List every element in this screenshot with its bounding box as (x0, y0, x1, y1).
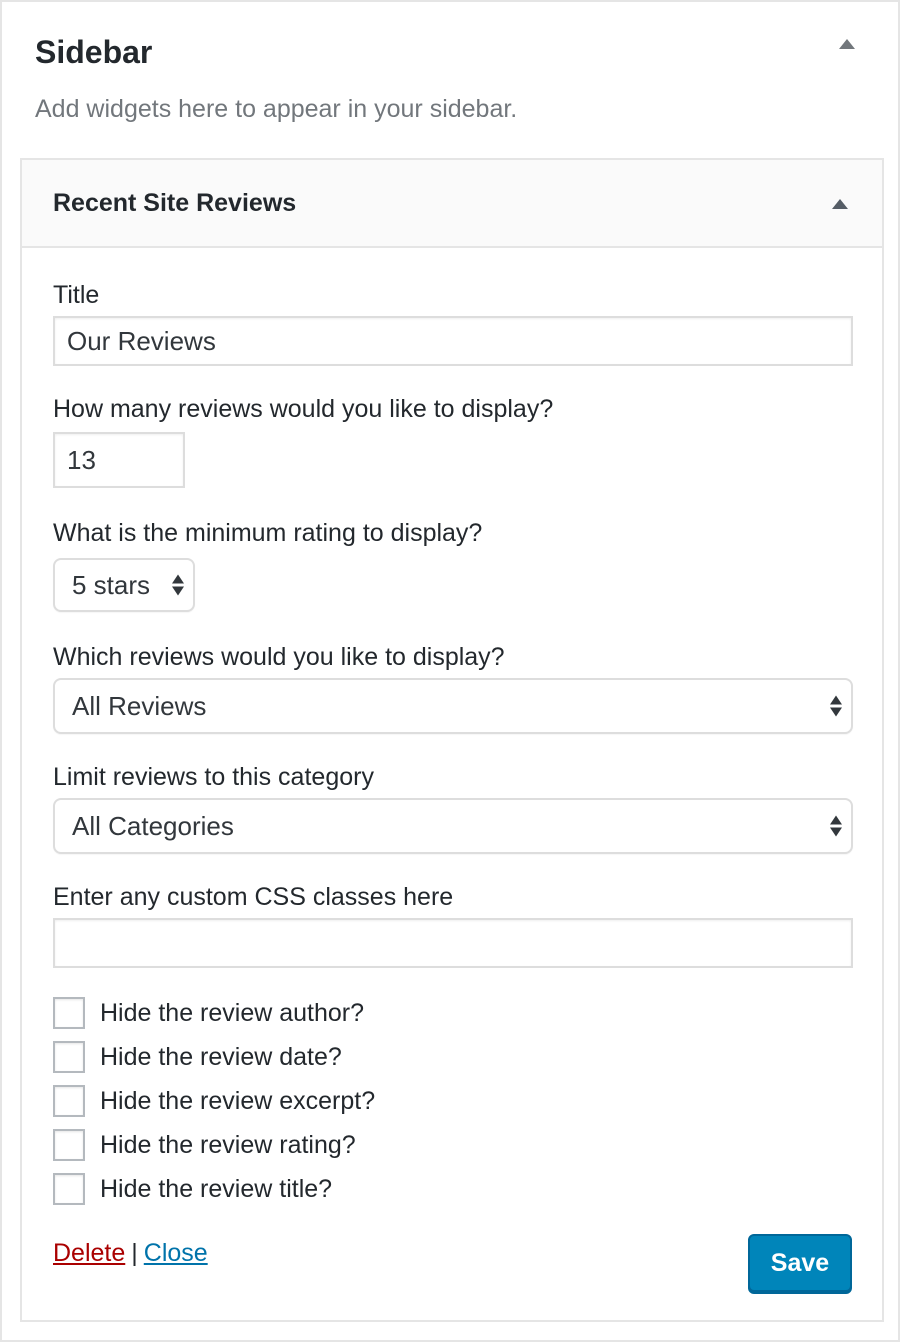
delete-link[interactable]: Delete (53, 1239, 125, 1267)
sidebar-widget-area: Sidebar Add widgets here to appear in yo… (0, 0, 900, 1342)
hide-author-label: Hide the review author? (100, 999, 365, 1027)
close-link[interactable]: Close (144, 1239, 208, 1267)
display-label: Which reviews would you like to display? (53, 643, 505, 671)
hide-title-checkbox[interactable] (53, 1173, 85, 1205)
widget-header[interactable]: Recent Site Reviews (22, 160, 882, 248)
checkbox-row-hide-author[interactable]: Hide the review author? (53, 996, 364, 1030)
checkbox-row-hide-rating[interactable]: Hide the review rating? (53, 1128, 356, 1162)
hide-date-label: Hide the review date? (100, 1043, 342, 1071)
select-arrows-icon (830, 695, 842, 717)
rating-select[interactable]: 5 stars (53, 558, 195, 612)
category-select[interactable]: All Categories (53, 798, 853, 854)
hide-rating-checkbox[interactable] (53, 1129, 85, 1161)
select-arrows-icon (172, 574, 184, 596)
category-select-value: All Categories (72, 810, 234, 841)
recent-site-reviews-widget: Recent Site Reviews Title Our Reviews Ho… (20, 158, 884, 1322)
hide-date-checkbox[interactable] (53, 1041, 85, 1073)
actions-separator: | (131, 1239, 138, 1267)
checkbox-row-hide-excerpt[interactable]: Hide the review excerpt? (53, 1084, 375, 1118)
widget-collapse-toggle[interactable] (828, 192, 852, 216)
css-classes-label: Enter any custom CSS classes here (53, 883, 454, 911)
css-classes-input[interactable] (53, 918, 853, 968)
widget-actions: Delete | Close (53, 1236, 208, 1270)
rating-select-value: 5 stars (72, 569, 151, 600)
save-button[interactable]: Save (748, 1234, 852, 1292)
checkbox-row-hide-title[interactable]: Hide the review title? (53, 1172, 332, 1206)
title-label: Title (53, 281, 100, 309)
display-select-value: All Reviews (72, 690, 207, 721)
sidebar-collapse-toggle[interactable] (835, 32, 859, 56)
sidebar-title: Sidebar (35, 34, 153, 70)
count-input[interactable]: 13 (53, 432, 185, 488)
category-label: Limit reviews to this category (53, 763, 374, 791)
sidebar-description: Add widgets here to appear in your sideb… (35, 95, 518, 123)
widget-title: Recent Site Reviews (53, 189, 297, 217)
display-select[interactable]: All Reviews (53, 678, 853, 734)
checkbox-row-hide-date[interactable]: Hide the review date? (53, 1040, 342, 1074)
triangle-up-icon (832, 199, 848, 209)
hide-author-checkbox[interactable] (53, 997, 85, 1029)
hide-rating-label: Hide the review rating? (100, 1131, 356, 1159)
hide-excerpt-label: Hide the review excerpt? (100, 1087, 376, 1115)
hide-title-label: Hide the review title? (100, 1175, 333, 1203)
triangle-up-icon (839, 39, 855, 49)
select-arrows-icon (830, 815, 842, 837)
hide-excerpt-checkbox[interactable] (53, 1085, 85, 1117)
rating-label: What is the minimum rating to display? (53, 519, 483, 547)
title-input[interactable]: Our Reviews (53, 316, 853, 366)
count-label: How many reviews would you like to displ… (53, 395, 554, 423)
